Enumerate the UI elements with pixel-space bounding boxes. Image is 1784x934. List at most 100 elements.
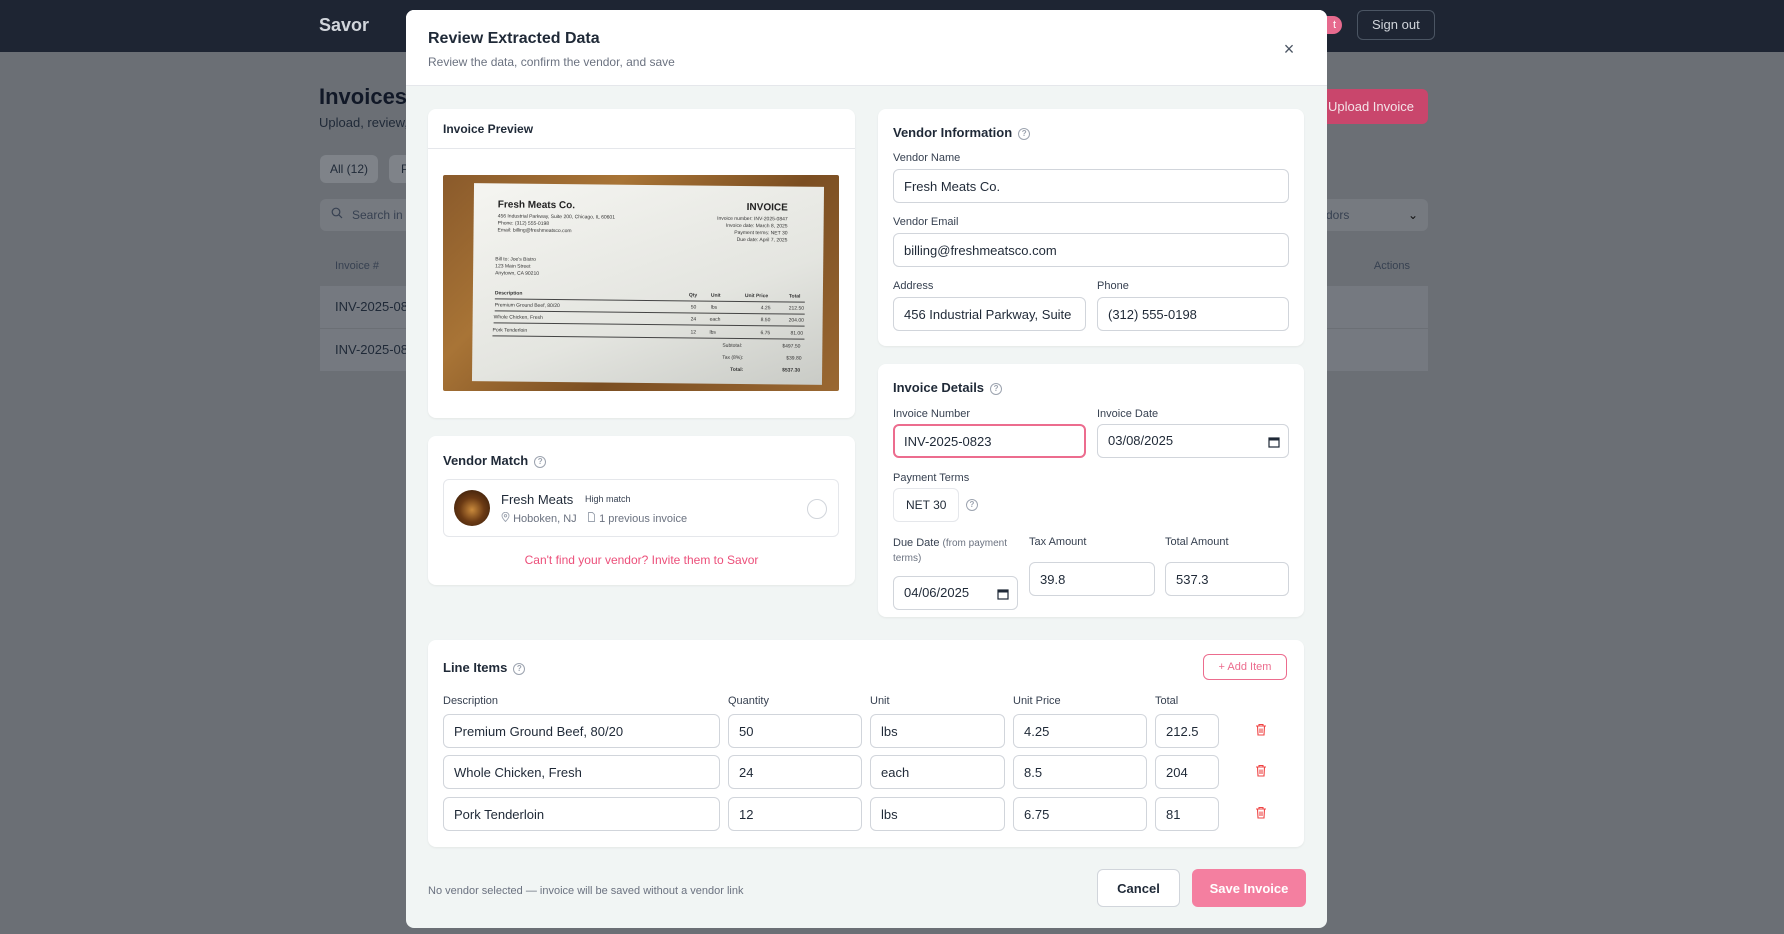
vendor-email-input[interactable] [893, 233, 1289, 267]
help-icon[interactable]: ? [1018, 127, 1031, 140]
invoice-paper: Fresh Meats Co. INVOICE 456 Industrial P… [471, 183, 825, 385]
line-item-unit-input[interactable] [870, 714, 1005, 748]
trash-icon[interactable] [1254, 723, 1268, 737]
upload-invoice-button[interactable]: Upload Invoice [1310, 89, 1428, 124]
add-item-button[interactable]: + Add Item [1203, 654, 1287, 680]
vendor-match-title: Vendor Match? [443, 453, 547, 468]
doc-row: 4.25 [760, 305, 771, 312]
line-item-total-input[interactable] [1155, 714, 1219, 748]
invoice-details-card: Invoice Details? Invoice Number Invoice … [878, 364, 1304, 617]
vendors-filter-select[interactable]: dors ⌄ [1322, 199, 1428, 231]
invite-vendor-link[interactable]: Can't find your vendor? Invite them to S… [428, 553, 855, 567]
vendor-match-name: Fresh Meats [501, 492, 574, 507]
sign-out-button[interactable]: Sign out [1357, 10, 1435, 40]
line-item-total-input[interactable] [1155, 797, 1219, 831]
doc-col: Total [788, 293, 801, 300]
help-icon[interactable]: ? [966, 499, 978, 511]
footer-note: No vendor selected — invoice will be sav… [428, 885, 744, 897]
line-item-total-input[interactable] [1155, 755, 1219, 789]
due-date-label: Due Date (from payment terms) [893, 536, 1013, 566]
payment-terms-label: Payment Terms [893, 472, 970, 484]
vendor-email-label: Vendor Email [893, 216, 959, 228]
search-placeholder: Search in [352, 208, 403, 222]
divider [428, 148, 855, 149]
invoice-number-label: Invoice Number [893, 408, 971, 420]
tab-all[interactable]: All (12) [320, 155, 379, 183]
due-date-input[interactable]: 04/06/2025 [893, 576, 1018, 610]
doc-vendor: Fresh Meats Co. [497, 199, 576, 212]
total-amount-input[interactable] [1165, 562, 1289, 596]
location-pin-icon [501, 511, 513, 525]
invoice-date-value: 03/08/2025 [1108, 433, 1174, 448]
doc-email: Email: billing@freshmeatsco.com [497, 227, 572, 235]
address-input[interactable] [893, 297, 1086, 331]
vendor-information-title: Vendor Information? [893, 125, 1031, 140]
column-actions: Actions [1373, 260, 1410, 272]
doc-row: 12 [690, 329, 697, 336]
line-item-unit-price-input[interactable] [1013, 797, 1147, 831]
doc-heading: INVOICE [746, 202, 788, 214]
trash-icon[interactable] [1254, 764, 1268, 778]
line-item-quantity-input[interactable] [728, 714, 862, 748]
vendor-information-card: Vendor Information? Vendor Name Vendor E… [878, 109, 1304, 346]
line-item-quantity-input[interactable] [728, 797, 862, 831]
doc-row: 24 [690, 316, 697, 323]
trash-icon[interactable] [1254, 806, 1268, 820]
vendors-filter-label: dors [1326, 208, 1350, 222]
column-quantity: Quantity [728, 695, 769, 707]
cancel-button[interactable]: Cancel [1097, 869, 1180, 907]
vendor-match-card: Vendor Match? Fresh Meats High match Hob… [428, 436, 855, 585]
due-date-value: 04/06/2025 [904, 585, 970, 600]
column-description: Description [443, 695, 499, 707]
address-label: Address [893, 280, 934, 292]
vendor-select-radio[interactable] [807, 499, 827, 519]
doc-row: Premium Ground Beef, 80/20 [494, 302, 560, 310]
due-date-label-text: Due Date [893, 537, 940, 549]
help-icon[interactable]: ? [513, 662, 526, 675]
total-amount-label: Total Amount [1165, 536, 1229, 548]
brand-logo[interactable]: Savor [319, 15, 369, 36]
vendor-name-input[interactable] [893, 169, 1289, 203]
vendor-previous-text: 1 previous invoice [599, 513, 688, 525]
vendor-match-title-text: Vendor Match [443, 453, 529, 468]
vendor-previous-invoices: 1 previous invoice [587, 512, 687, 525]
doc-rule [492, 335, 805, 340]
phone-label: Phone [1097, 280, 1129, 292]
line-item-unit-price-input[interactable] [1013, 714, 1147, 748]
calendar-icon[interactable] [997, 577, 1009, 609]
line-item-description-input[interactable] [443, 797, 720, 831]
invoice-image[interactable]: Fresh Meats Co. INVOICE 456 Industrial P… [443, 175, 839, 391]
doc-row: 212.50 [788, 305, 805, 312]
vendor-location-text: Hoboken, NJ [513, 513, 577, 525]
invoice-number-input[interactable] [893, 424, 1086, 458]
review-extracted-data-modal: Review Extracted Data Review the data, c… [406, 10, 1327, 928]
line-item-description-input[interactable] [443, 714, 720, 748]
help-icon[interactable]: ? [990, 382, 1003, 395]
invoice-date-input[interactable]: 03/08/2025 [1097, 424, 1289, 458]
save-invoice-button[interactable]: Save Invoice [1192, 869, 1306, 907]
vendor-match-option[interactable]: Fresh Meats High match Hoboken, NJ 1 pre… [443, 479, 839, 537]
doc-tax: $39.80 [786, 355, 802, 362]
line-item-unit-input[interactable] [870, 797, 1005, 831]
close-icon[interactable]: × [1278, 38, 1300, 60]
invoice-preview-card: Invoice Preview Fresh Meats Co. INVOICE … [428, 109, 855, 418]
modal-header: Review Extracted Data Review the data, c… [406, 10, 1327, 86]
doc-col: Unit [710, 292, 721, 299]
phone-input[interactable] [1097, 297, 1289, 331]
tax-amount-input[interactable] [1029, 562, 1155, 596]
help-icon[interactable]: ? [534, 455, 547, 468]
modal-title: Review Extracted Data [428, 30, 600, 47]
column-total: Total [1155, 695, 1179, 707]
line-item-quantity-input[interactable] [728, 755, 862, 789]
calendar-icon[interactable] [1268, 425, 1280, 457]
payment-terms-value[interactable]: NET 30 [893, 488, 960, 522]
doc-row: each [709, 316, 721, 323]
line-item-description-input[interactable] [443, 755, 720, 789]
doc-row: lbs [709, 329, 716, 336]
line-item-unit-price-input[interactable] [1013, 755, 1147, 789]
line-items-card: Line Items? + Add Item Description Quant… [428, 640, 1304, 847]
line-item-unit-input[interactable] [870, 755, 1005, 789]
invoice-details-title-text: Invoice Details [893, 380, 985, 395]
search-input[interactable]: Search in [320, 199, 410, 231]
modal-subtitle: Review the data, confirm the vendor, and… [428, 55, 675, 69]
